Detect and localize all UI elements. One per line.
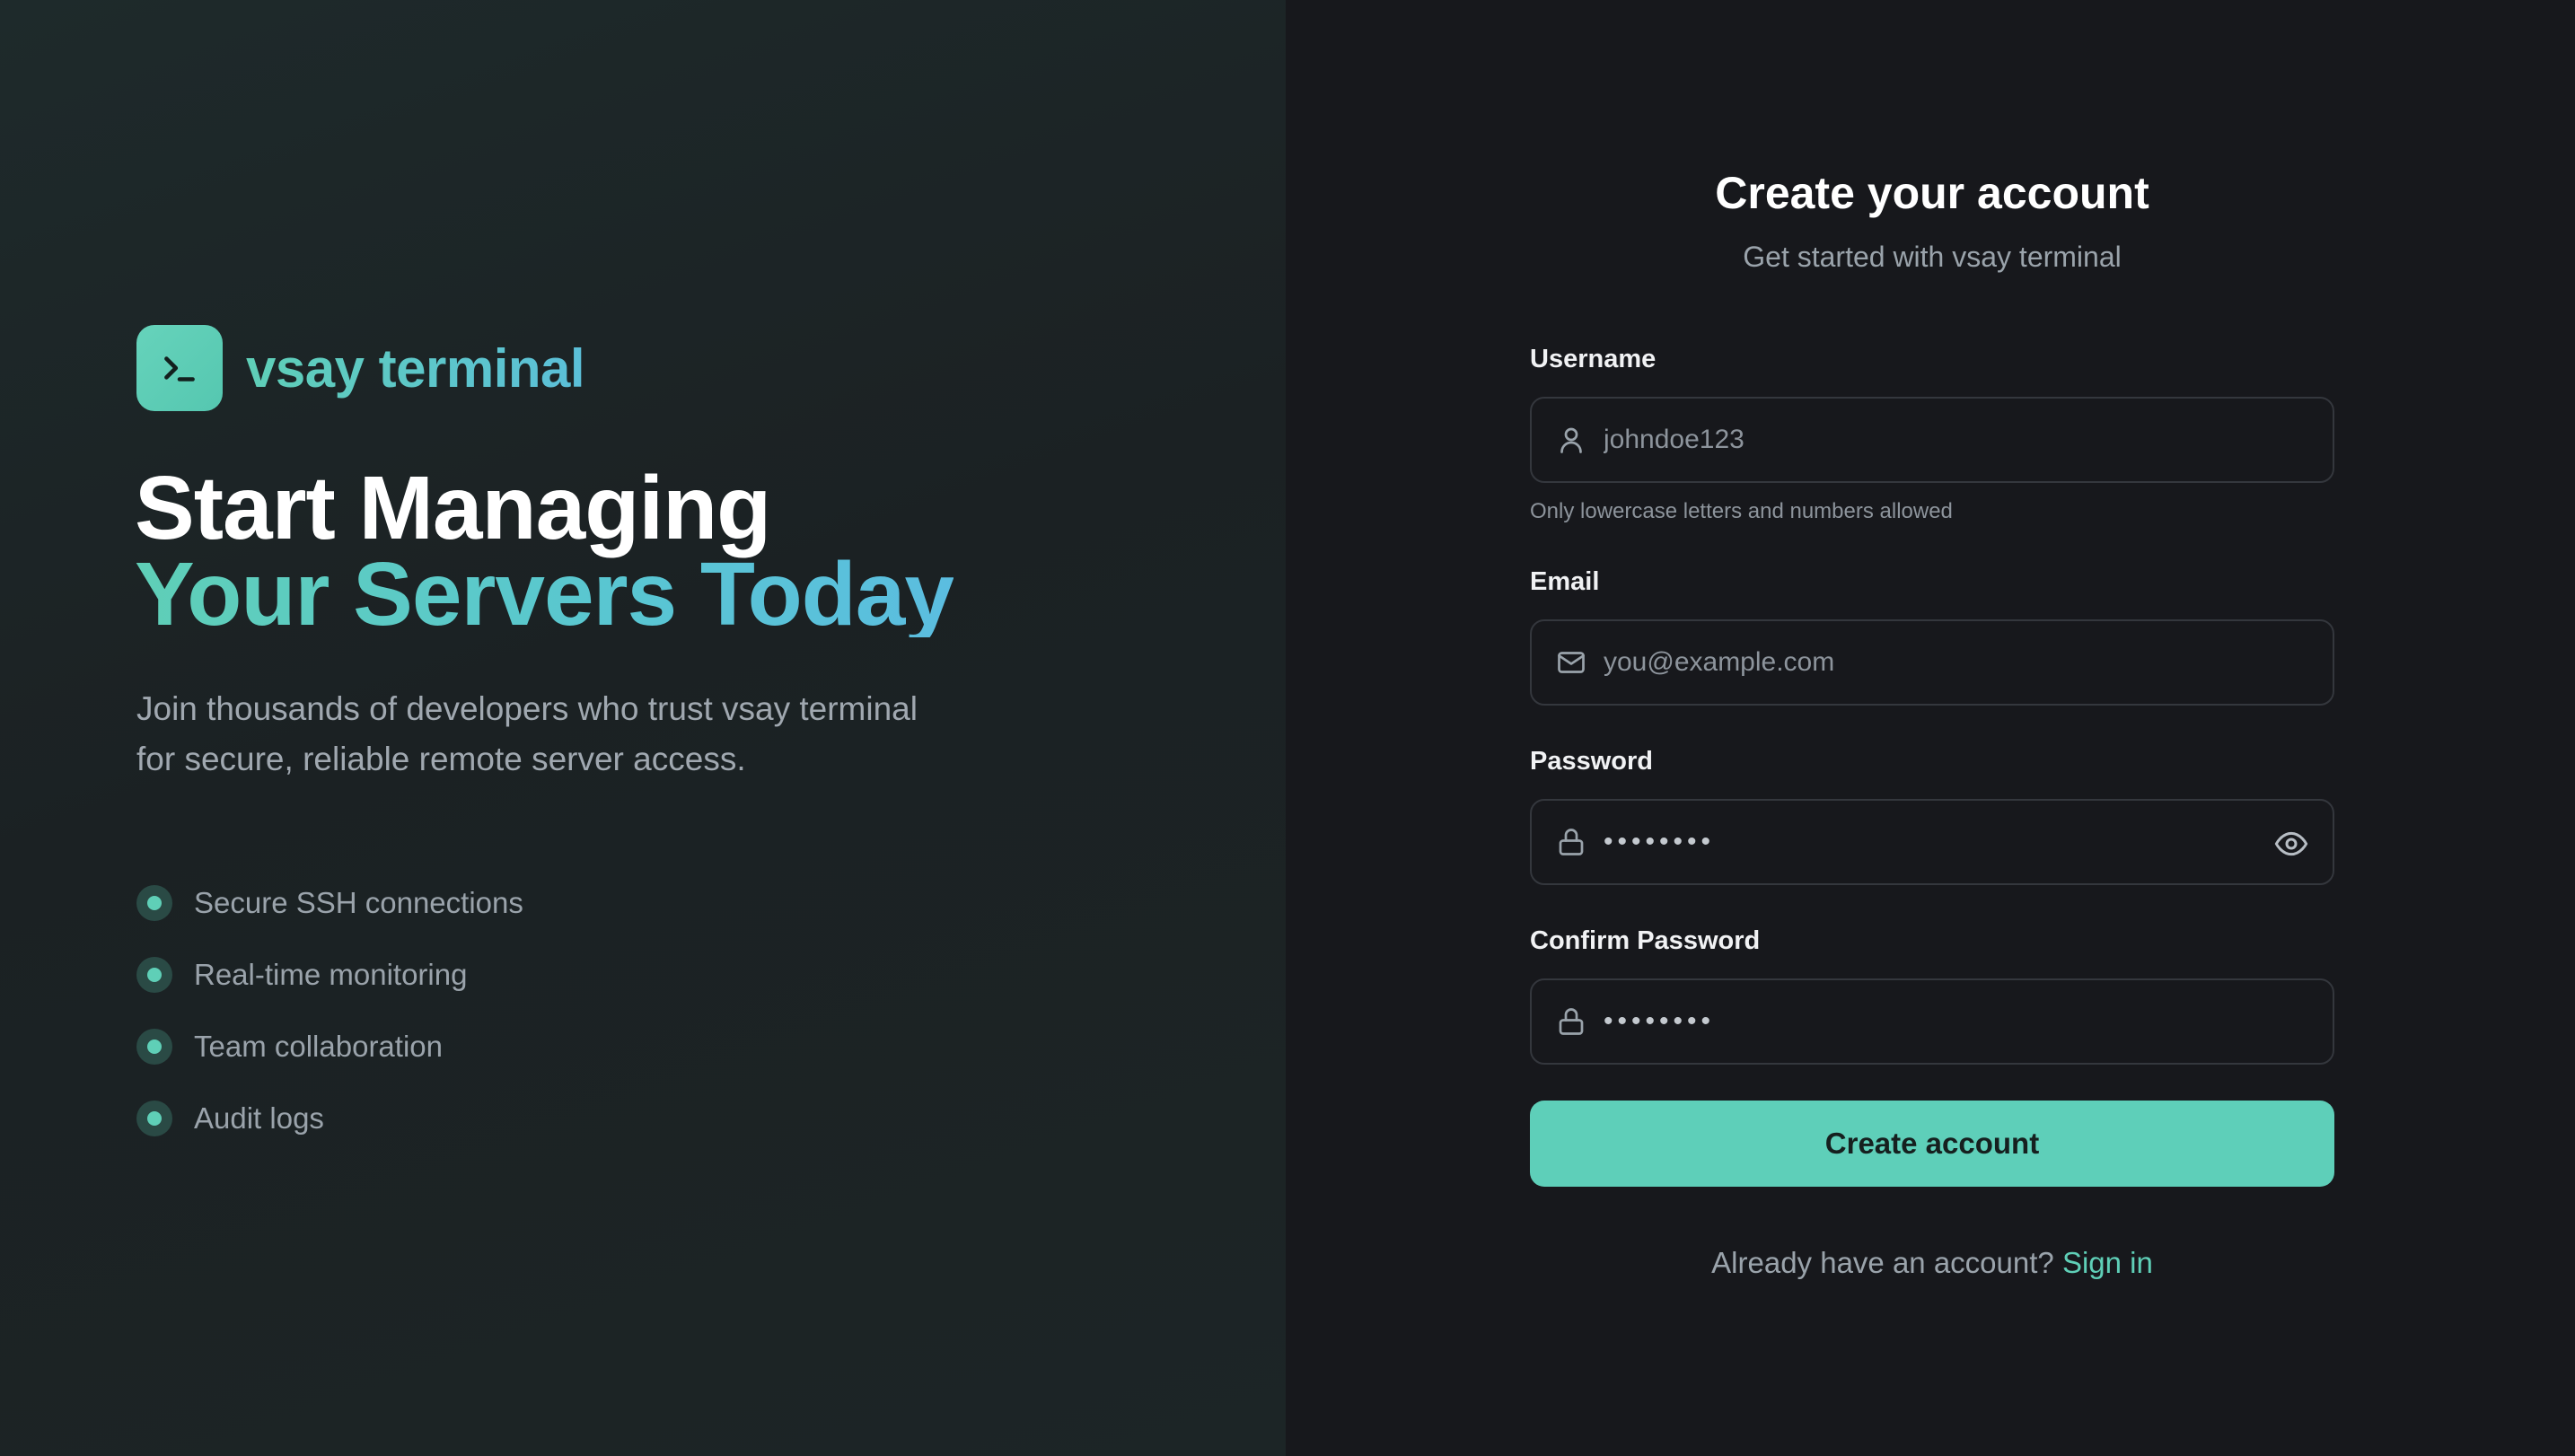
username-label: Username [1530, 345, 1657, 373]
email-field[interactable] [1530, 619, 2334, 706]
email-input[interactable] [1604, 647, 2268, 678]
form-panel: Create your account Get started with vsa… [1286, 0, 2575, 1456]
signin-link[interactable]: Sign in [2062, 1246, 2153, 1279]
hero-headline-line2: Your Servers Today [135, 544, 954, 645]
hero-lead: Join thousands of developers who trust v… [136, 690, 918, 777]
confirm-password-label: Confirm Password [1530, 926, 1761, 955]
signup-page: vsay terminal Start Managing Your Server… [0, 0, 2575, 1456]
feature-item: Real-time monitoring [136, 939, 523, 1011]
form-subtitle: Get started with vsay terminal [1743, 241, 2122, 273]
username-hint: Only lowercase letters and numbers allow… [1530, 499, 1953, 523]
terminal-prompt-icon [136, 325, 223, 411]
hero-headline-line1: Start Managing [135, 458, 771, 558]
password-value[interactable]: •••••••• [1604, 827, 1715, 857]
email-label: Email [1530, 567, 1600, 596]
feature-item: Team collaboration [136, 1011, 523, 1083]
eye-icon[interactable] [2273, 826, 2309, 862]
user-icon [1555, 424, 1587, 456]
bullet-dot-icon [136, 1029, 172, 1065]
bullet-dot-icon [136, 885, 172, 921]
feature-label: Real-time monitoring [194, 958, 468, 991]
form-title: Create your account [1715, 168, 2149, 218]
feature-label: Secure SSH connections [194, 886, 523, 919]
hero-panel: vsay terminal Start Managing Your Server… [0, 0, 1286, 1456]
password-field[interactable]: •••••••• [1530, 799, 2334, 885]
feature-list: Secure SSH connections Real-time monitor… [136, 867, 523, 1154]
bullet-dot-icon [136, 1101, 172, 1136]
brand: vsay terminal [136, 325, 585, 411]
feature-label: Audit logs [194, 1101, 324, 1135]
username-field[interactable] [1530, 397, 2334, 483]
feature-item: Secure SSH connections [136, 867, 523, 939]
brand-name: vsay terminal [246, 338, 585, 399]
bullet-dot-icon [136, 957, 172, 993]
signin-prompt: Already have an account? [1711, 1246, 2054, 1279]
confirm-password-value[interactable]: •••••••• [1604, 1006, 1715, 1037]
feature-label: Team collaboration [194, 1030, 443, 1063]
lock-icon [1555, 826, 1587, 858]
mail-icon [1555, 646, 1587, 679]
password-label: Password [1530, 747, 1653, 776]
lock-icon [1555, 1005, 1587, 1038]
feature-item: Audit logs [136, 1083, 523, 1154]
confirm-password-field[interactable]: •••••••• [1530, 978, 2334, 1065]
hero-headline: Start Managing Your Servers Today [135, 458, 954, 645]
signin-row: Already have an account? Sign in [1530, 1246, 2334, 1280]
create-account-button[interactable]: Create account [1530, 1101, 2334, 1187]
username-input[interactable] [1604, 425, 2268, 455]
